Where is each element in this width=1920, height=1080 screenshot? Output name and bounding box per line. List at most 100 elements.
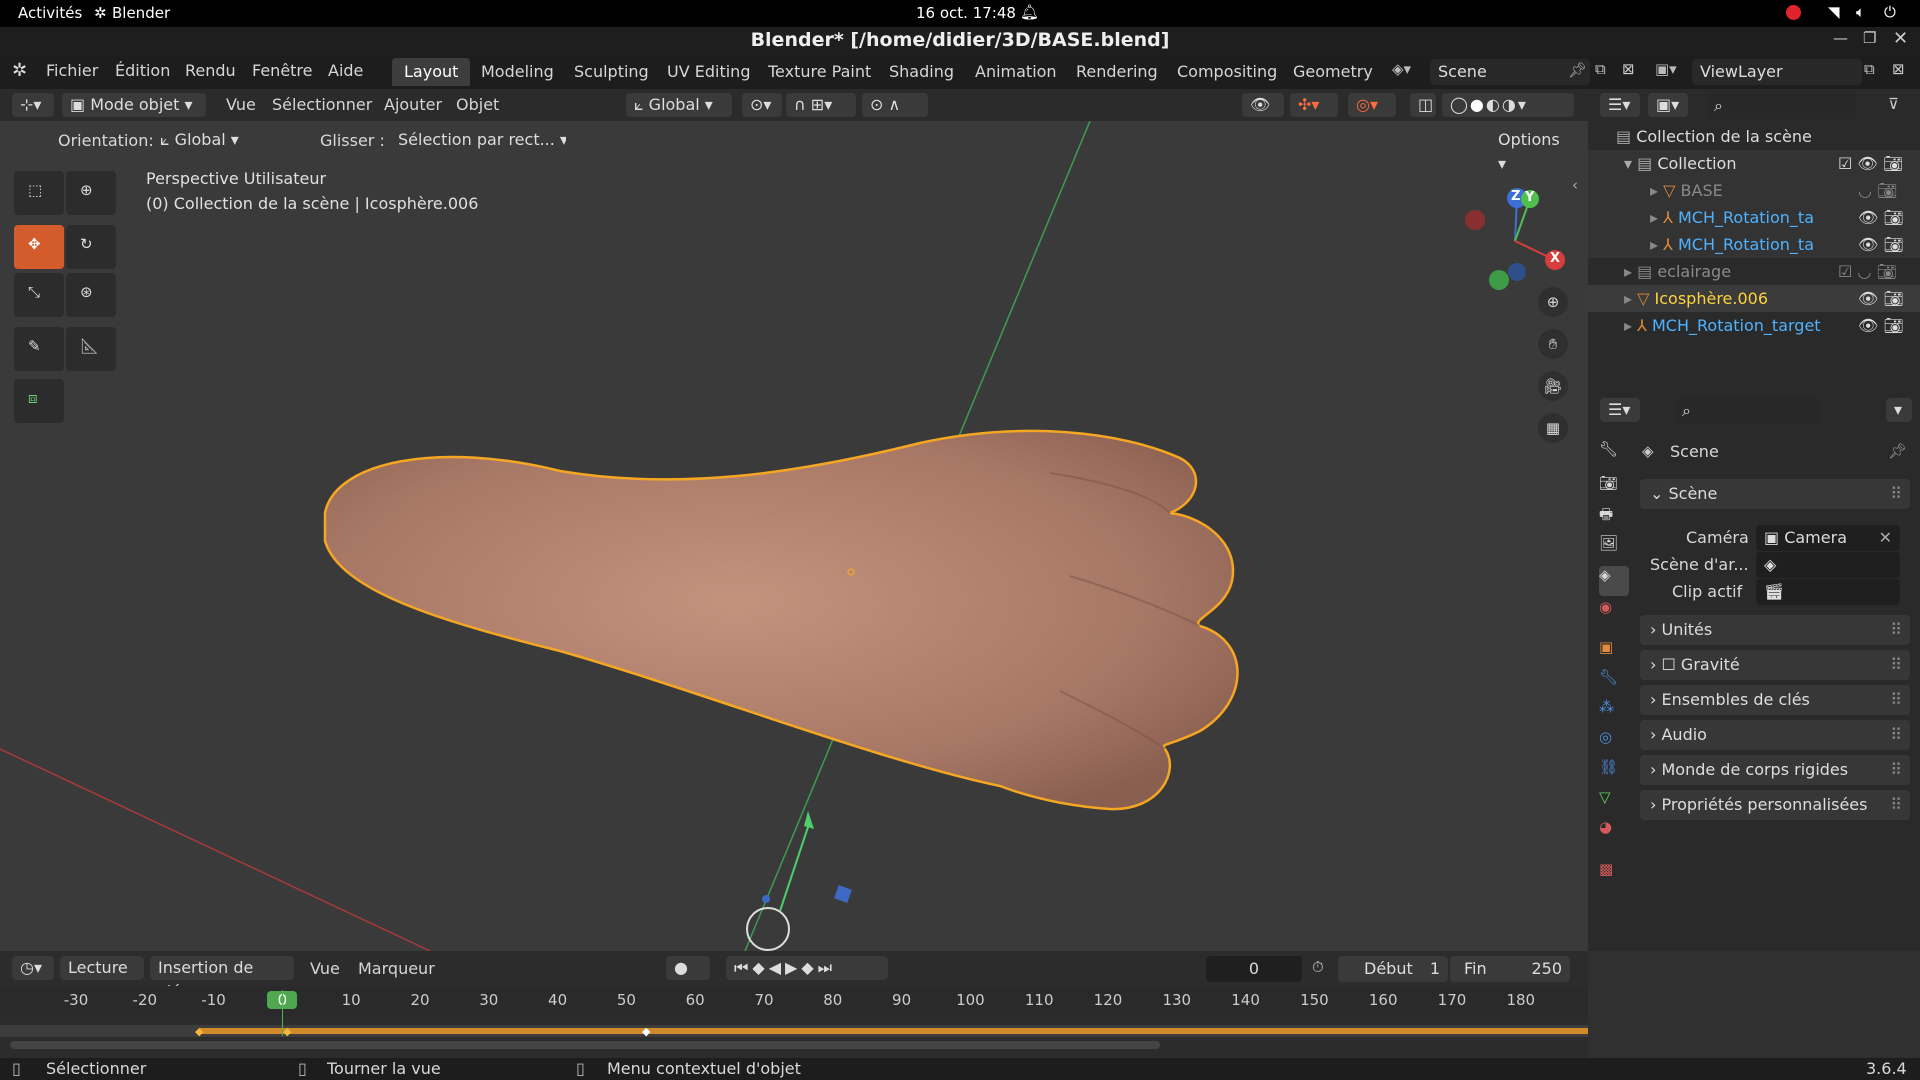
tab-geometry-nodes[interactable]: Geometry N — [1281, 58, 1379, 86]
record-button[interactable]: ● ○ — [666, 956, 710, 1001]
rotate-tool[interactable]: ↻ — [66, 225, 116, 269]
annotate-tool[interactable]: ✎ — [14, 327, 64, 371]
panel-custom-properties[interactable]: › Propriétés personnalisées ⠿ — [1640, 790, 1910, 820]
view-layer-tab-icon[interactable]: 🖼︎ — [1599, 534, 1629, 564]
sidebar-toggle-icon[interactable]: ‹ — [1572, 176, 1578, 194]
outliner-row-collection[interactable]: ▾ ▤ Collection ☑ 👁︎ 📷︎ — [1588, 150, 1920, 177]
tab-sculpting[interactable]: Sculpting — [562, 58, 661, 86]
properties-editor-type-icon[interactable]: ☰▾ — [1600, 398, 1640, 422]
texture-tab-icon[interactable]: ▩ — [1599, 860, 1629, 890]
play-reverse-icon[interactable]: ◀ — [769, 958, 785, 977]
delete-scene-icon[interactable]: ⊠ — [1622, 60, 1635, 78]
drag-dropdown[interactable]: Sélection par rect... ▾ — [390, 128, 566, 152]
material-shading-icon[interactable]: ◐ — [1486, 95, 1502, 114]
wifi-icon[interactable]: ◥ — [1828, 3, 1840, 21]
timeline-editor-type-icon[interactable]: ◷▾ — [12, 956, 54, 980]
play-icon[interactable]: ▶ — [785, 958, 801, 977]
menu-help[interactable]: Aide — [328, 58, 363, 84]
gizmo-toggle-icon[interactable]: ✣▾ — [1290, 93, 1338, 117]
keyframe-marker[interactable]: ◆ — [642, 1025, 650, 1038]
panel-rigid-body-world[interactable]: › Monde de corps rigides ⠿ — [1640, 755, 1910, 785]
viewlayer-field[interactable]: ViewLayer — [1692, 59, 1862, 85]
menu-view[interactable]: Vue — [226, 92, 256, 118]
menu-render[interactable]: Rendu — [185, 58, 236, 84]
activities-button[interactable]: Activités — [18, 4, 82, 22]
keyframe-marker[interactable]: ◆ — [195, 1025, 203, 1038]
outliner-search-input[interactable]: ⌕ — [1706, 93, 1856, 119]
scale-tool[interactable]: ⤡ — [14, 273, 64, 317]
wireframe-shading-icon[interactable]: ◯ — [1450, 95, 1470, 114]
timeline-menu-view[interactable]: Vue — [310, 956, 340, 982]
material-tab-icon[interactable]: ◕ — [1599, 818, 1629, 848]
transform-orientation-dropdown[interactable]: ⟀ Global ▾ — [626, 93, 732, 117]
background-scene-field[interactable]: ◈ — [1756, 552, 1900, 578]
particles-tab-icon[interactable]: ⁂ — [1599, 698, 1629, 728]
tab-uv-editing[interactable]: UV Editing — [655, 58, 762, 86]
measure-tool[interactable]: 📐︎ — [66, 327, 116, 371]
filter-icon[interactable]: ⊽ — [1888, 95, 1899, 113]
outliner-root[interactable]: ▤ Collection de la scène — [1588, 123, 1920, 150]
scene-selector-icon[interactable]: ◈▾ — [1392, 60, 1411, 78]
start-frame-field[interactable]: Début 1 — [1338, 956, 1448, 982]
panel-gravity[interactable]: › ☐ Gravité ⠿ — [1640, 650, 1910, 680]
object-tab-icon[interactable]: ▣ — [1599, 638, 1629, 668]
overlay-toggle-icon[interactable]: ◎▾ — [1348, 93, 1396, 117]
xray-icon[interactable]: ◫ — [1410, 93, 1436, 117]
render-tab-icon[interactable]: 📷︎ — [1599, 474, 1629, 504]
output-tab-icon[interactable]: 🖶 — [1599, 504, 1629, 534]
new-viewlayer-icon[interactable]: ⧉ — [1864, 60, 1875, 78]
tab-animation[interactable]: Animation — [963, 58, 1069, 86]
tab-modeling[interactable]: Modeling — [469, 58, 566, 86]
scene-field[interactable]: Scene — [1430, 59, 1590, 85]
transform-tool[interactable]: ⊛ — [66, 273, 116, 317]
select-box-tool[interactable]: ⬚ — [14, 171, 64, 215]
end-frame-field[interactable]: Fin 250 — [1450, 956, 1570, 982]
3d-viewport[interactable]: ⬚ ⊕ ✥ ↻ ⤡ ⊛ ✎ 📐︎ ⧈ Orientation: ⟀ Global… — [0, 121, 1588, 951]
new-scene-icon[interactable]: ⧉ — [1595, 60, 1606, 78]
tool-tab-icon[interactable]: 🔧︎ — [1599, 440, 1629, 470]
outliner-row-icosphere[interactable]: ▸ ▽ Icosphère.006 👁︎ 📷︎ — [1588, 285, 1920, 312]
next-keyframe-icon[interactable]: ◆ — [801, 958, 817, 977]
power-icon[interactable]: ⏻ — [1884, 3, 1896, 21]
zoom-icon[interactable]: ⊕ — [1538, 287, 1568, 317]
outliner-row-eclairage[interactable]: ▸ ▤ eclairage ☑ ◡ 📷︎ — [1588, 258, 1920, 285]
menu-edit[interactable]: Édition — [115, 58, 170, 84]
menu-select[interactable]: Sélectionner — [272, 92, 372, 118]
tab-shading[interactable]: Shading — [877, 58, 966, 86]
tab-texture-paint[interactable]: Texture Paint — [756, 58, 883, 86]
keying-dropdown[interactable]: Insertion de clés ▾ — [150, 956, 294, 1001]
minimize-icon[interactable]: — — [1833, 29, 1848, 47]
volume-icon[interactable]: 🔈︎ — [1856, 3, 1865, 21]
mode-dropdown[interactable]: ▣ Mode objet ▾ — [62, 93, 206, 117]
restore-icon[interactable]: ❐ — [1863, 29, 1876, 47]
tab-rendering[interactable]: Rendering — [1064, 58, 1170, 86]
camera-field[interactable]: ▣ Camera ✕ — [1756, 525, 1900, 551]
tab-layout[interactable]: Layout — [392, 58, 471, 86]
menu-window[interactable]: Fenêtre — [252, 58, 313, 84]
proportional-edit-icon[interactable]: ⊙ ∧ — [862, 93, 928, 117]
jump-start-icon[interactable]: ⏮ — [734, 958, 752, 977]
world-tab-icon[interactable]: ◉ — [1599, 598, 1629, 628]
properties-search-input[interactable]: ⌕ — [1674, 398, 1820, 424]
viewlayer-selector-icon[interactable]: ▣▾ — [1655, 60, 1677, 78]
modifier-tab-icon[interactable]: 🔧︎ — [1599, 668, 1629, 698]
blender-logo-icon[interactable]: ✲ — [12, 60, 27, 81]
snap-icon[interactable]: ∩ ⊞▾ — [786, 93, 856, 117]
pan-hand-icon[interactable]: ✋︎ — [1538, 329, 1568, 359]
editor-type-button[interactable]: ⊹▾ — [12, 93, 54, 117]
add-cube-tool[interactable]: ⧈ — [14, 379, 64, 423]
active-clip-field[interactable]: 🎬︎ — [1756, 579, 1900, 605]
data-tab-icon[interactable]: ▽ — [1599, 788, 1629, 818]
preview-range-icon[interactable]: ⏱ — [1312, 958, 1324, 976]
close-icon[interactable]: ✕ — [1893, 28, 1908, 49]
tab-compositing[interactable]: Compositing — [1165, 58, 1289, 86]
move-tool[interactable]: ✥ — [14, 225, 64, 269]
clock[interactable]: 16 oct. 17:48 — [916, 4, 1016, 22]
constraints-tab-icon[interactable]: ⛓︎ — [1599, 758, 1629, 788]
outliner-display-mode-icon[interactable]: ▣▾ — [1648, 93, 1688, 117]
visibility-icon[interactable]: 👁︎▾ — [1242, 93, 1284, 138]
app-menu[interactable]: Blender — [112, 4, 170, 22]
properties-options-icon[interactable]: ▾ — [1886, 398, 1912, 422]
physics-tab-icon[interactable]: ◎ — [1599, 728, 1629, 758]
prev-keyframe-icon[interactable]: ◆ — [752, 958, 768, 977]
